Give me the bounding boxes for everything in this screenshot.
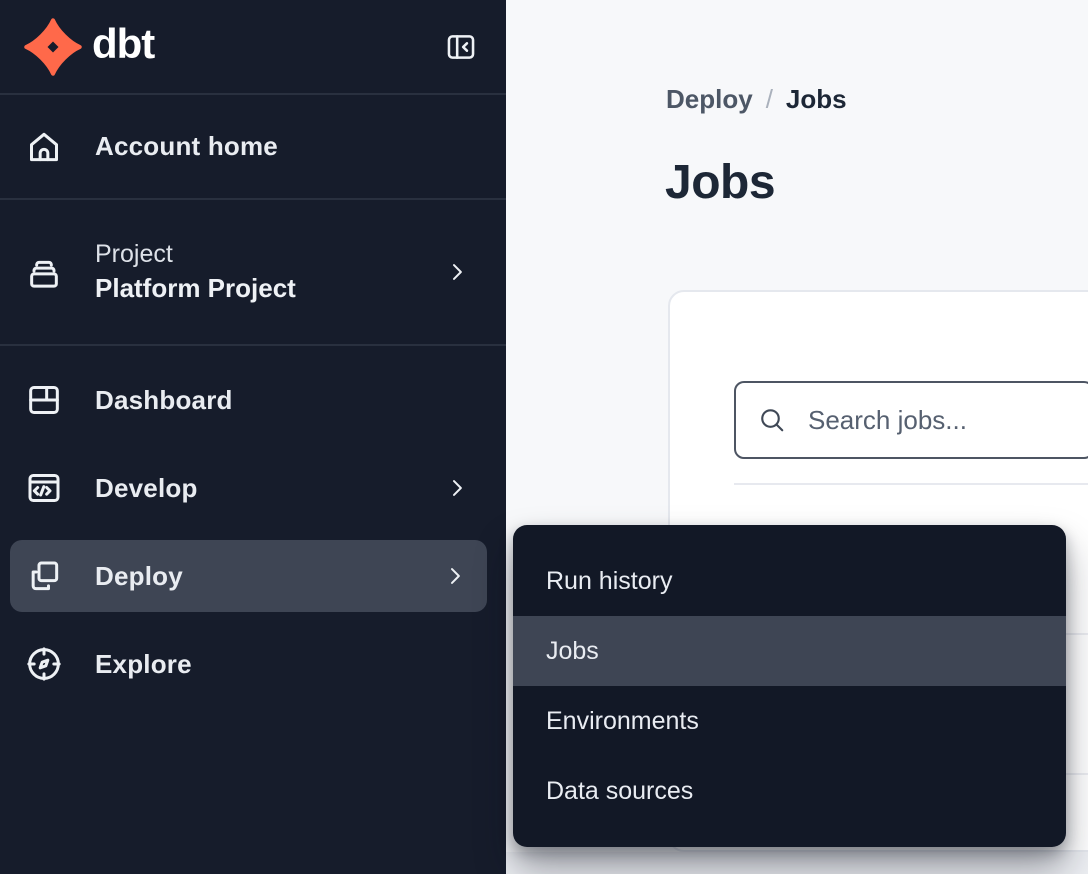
breadcrumb: Deploy / Jobs xyxy=(666,85,847,113)
dbt-logo-text: dbt xyxy=(92,23,154,71)
chevron-right-icon xyxy=(442,563,468,589)
sidebar-item-dashboard[interactable]: Dashboard xyxy=(0,358,506,442)
sidebar-item-label: Explore xyxy=(95,649,192,680)
home-icon xyxy=(24,127,64,167)
chevron-right-icon xyxy=(444,259,470,285)
sidebar: dbt Account home xyxy=(0,0,506,874)
sidebar-item-label: Dashboard xyxy=(95,385,233,416)
project-switcher-text: Project Platform Project xyxy=(95,240,296,304)
dbt-logo-icon xyxy=(24,18,82,76)
page-background-strip xyxy=(506,852,1088,874)
overlapping-squares-icon xyxy=(24,556,64,596)
search-input[interactable] xyxy=(736,383,1088,457)
sidebar-item-project[interactable]: Project Platform Project xyxy=(0,200,506,346)
sidebar-item-label: Develop xyxy=(95,473,198,504)
breadcrumb-deploy-link[interactable]: Deploy xyxy=(666,85,753,113)
submenu-item-environments[interactable]: Environments xyxy=(513,686,1066,756)
sidebar-item-label: Deploy xyxy=(95,561,183,592)
submenu-item-jobs[interactable]: Jobs xyxy=(513,616,1066,686)
sidebar-header: dbt xyxy=(0,0,506,95)
sidebar-item-label: Account home xyxy=(95,131,278,162)
submenu-item-run-history[interactable]: Run history xyxy=(513,546,1066,616)
project-eyebrow: Project xyxy=(95,240,296,269)
chevron-right-icon xyxy=(444,475,470,501)
sidebar-item-deploy[interactable]: Deploy xyxy=(10,540,487,612)
breadcrumb-separator: / xyxy=(766,85,773,113)
dbt-cloud-app: dbt Account home xyxy=(0,0,1088,874)
sidebar-item-explore[interactable]: Explore xyxy=(0,622,506,706)
page-title: Jobs xyxy=(665,156,775,210)
search-box xyxy=(734,381,1088,459)
panel-left-collapse-icon xyxy=(444,30,478,64)
dashboard-grid-icon xyxy=(24,380,64,420)
breadcrumb-current: Jobs xyxy=(786,85,847,113)
code-window-icon xyxy=(24,468,64,508)
submenu-item-data-sources[interactable]: Data sources xyxy=(513,756,1066,826)
sidebar-item-account-home[interactable]: Account home xyxy=(0,95,506,200)
deploy-submenu: Run history Jobs Environments Data sourc… xyxy=(513,525,1066,847)
collapse-sidebar-button[interactable] xyxy=(444,30,478,64)
project-stack-icon xyxy=(24,252,64,292)
card-divider xyxy=(734,483,1088,485)
sidebar-item-develop[interactable]: Develop xyxy=(0,446,506,530)
dbt-logo[interactable]: dbt xyxy=(24,18,154,76)
project-name: Platform Project xyxy=(95,273,296,304)
compass-icon xyxy=(24,644,64,684)
